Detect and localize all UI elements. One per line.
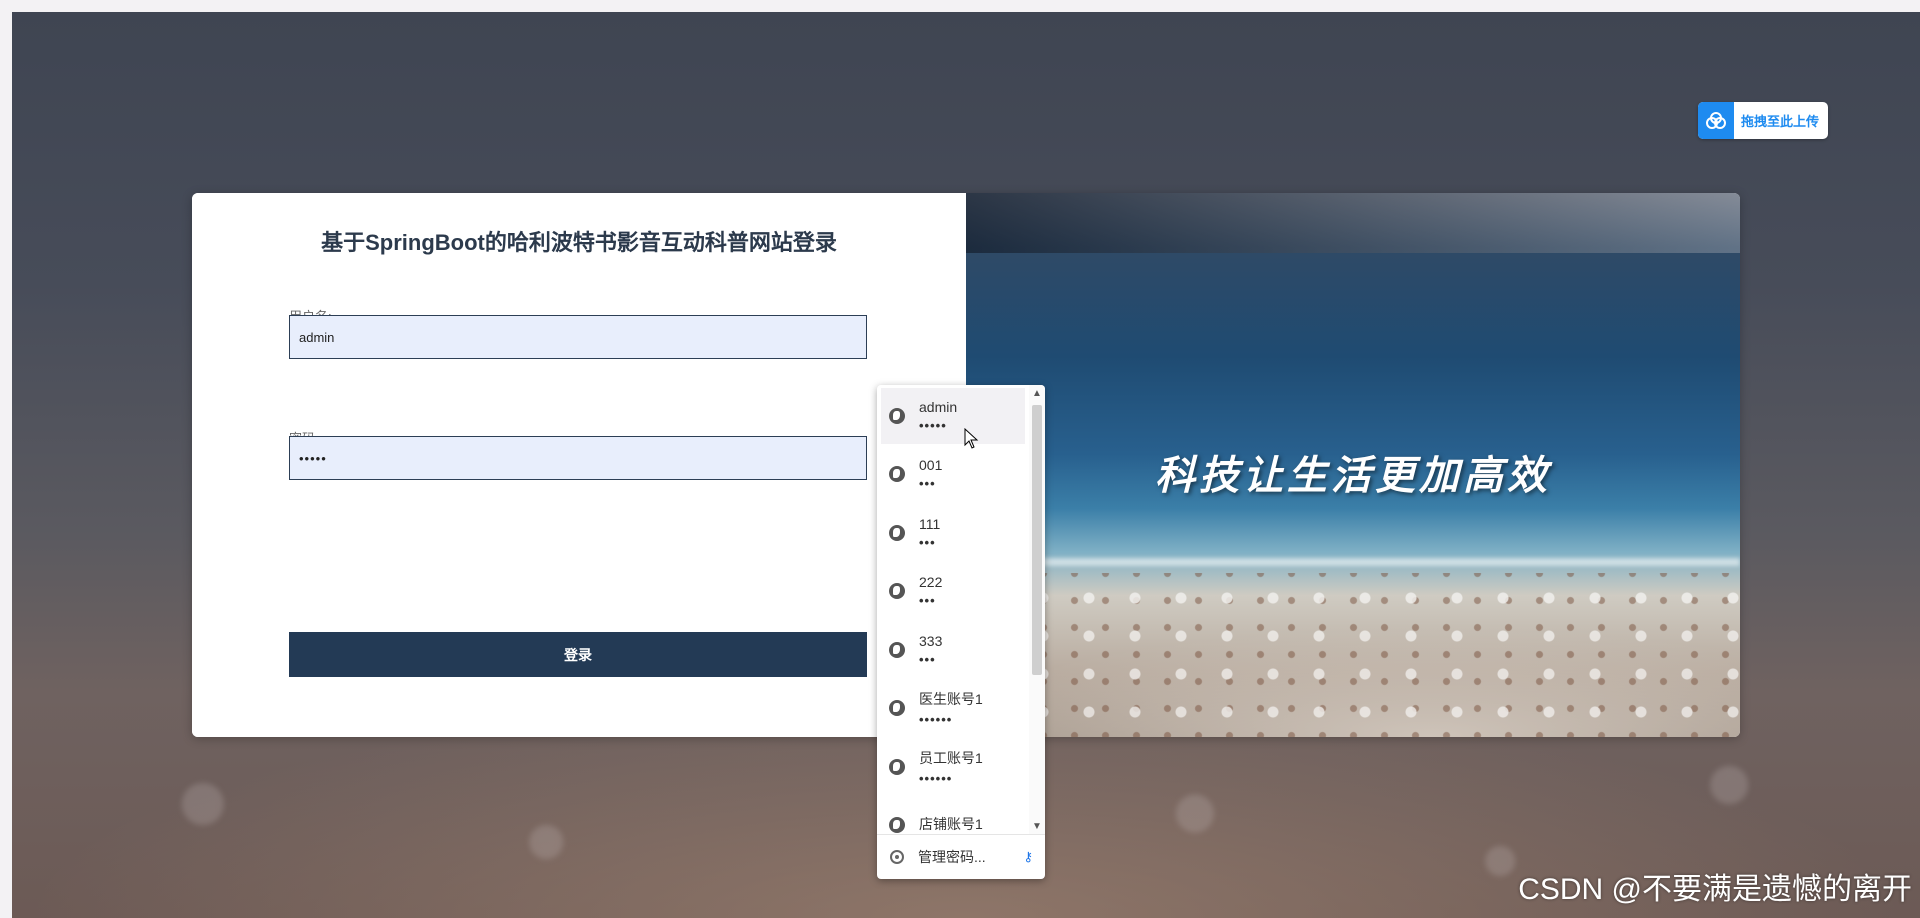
hero-surf-line [966, 558, 1740, 566]
hero-image-panel: 科技让生活更加高效 [966, 193, 1740, 737]
scroll-up-icon[interactable]: ▲ [1029, 388, 1045, 399]
hero-beach-crowd [966, 573, 1740, 737]
saved-username: 医生账号1 [919, 691, 983, 707]
manage-passwords-label: 管理密码... [918, 849, 986, 865]
saved-username: 员工账号1 [919, 750, 983, 766]
saved-password-item[interactable]: 医生账号1 •••••• [881, 680, 1025, 736]
globe-icon [889, 817, 905, 833]
saved-password-item[interactable]: admin ••••• [881, 388, 1025, 444]
saved-password-mask: ••• [919, 593, 936, 608]
globe-icon [889, 408, 905, 424]
saved-username: 333 [919, 633, 943, 649]
globe-icon [889, 700, 905, 716]
username-input[interactable]: admin [289, 315, 867, 359]
saved-username: 222 [919, 574, 943, 590]
saved-password-mask: ••• [919, 652, 936, 667]
manage-passwords-item[interactable]: 管理密码... ⚷ [877, 834, 1045, 879]
saved-password-mask: ••••• [919, 418, 947, 433]
globe-icon [889, 525, 905, 541]
globe-icon [889, 583, 905, 599]
globe-icon [889, 642, 905, 658]
chrome-icon [890, 850, 904, 864]
login-button[interactable]: 登录 [289, 632, 867, 677]
globe-icon [889, 466, 905, 482]
page-title: 基于SpringBoot的哈利波特书影音互动科普网站登录 [321, 230, 837, 255]
saved-username: 111 [919, 516, 941, 532]
hero-slogan: 科技让生活更加高效 [1155, 453, 1551, 499]
saved-password-list: admin ••••• 001 ••• 111 ••• 222 ••• 333 … [877, 385, 1027, 835]
saved-username: admin [919, 399, 958, 415]
saved-password-mask: ••• [919, 476, 936, 491]
saved-password-mask: •••••• [919, 771, 953, 786]
saved-password-item[interactable]: 111 ••• [881, 505, 1025, 561]
saved-password-mask: ••• [919, 535, 936, 550]
saved-password-item[interactable]: 001 ••• [881, 446, 1025, 502]
drag-upload-badge[interactable]: 拖拽至此上传 [1698, 102, 1828, 139]
mouse-cursor-icon [964, 428, 979, 449]
password-input[interactable]: ••••• [289, 436, 867, 480]
saved-password-dropdown: admin ••••• 001 ••• 111 ••• 222 ••• 333 … [877, 385, 1045, 879]
hero-sky [966, 193, 1740, 253]
csdn-watermark: CSDN @不要满是遗憾的离开 [1518, 873, 1912, 906]
saved-password-item[interactable]: 员工账号1 •••••• [881, 739, 1025, 795]
saved-password-item[interactable]: 店铺账号1 [881, 797, 1025, 835]
saved-username: 001 [919, 457, 943, 473]
scrollbar-thumb[interactable] [1032, 405, 1042, 675]
saved-password-item[interactable]: 222 ••• [881, 563, 1025, 619]
scroll-down-icon[interactable]: ▼ [1029, 821, 1045, 832]
upload-badge-label: 拖拽至此上传 [1741, 114, 1820, 129]
login-form-panel: 基于SpringBoot的哈利波特书影音互动科普网站登录 用户名: admin … [192, 193, 966, 737]
saved-username: 店铺账号1 [919, 815, 983, 832]
dropdown-scrollbar[interactable]: ▲ ▼ [1029, 385, 1045, 835]
saved-password-mask: •••••• [919, 712, 953, 727]
saved-password-item[interactable]: 333 ••• [881, 622, 1025, 678]
key-icon: ⚷ [1023, 849, 1033, 864]
cloud-upload-icon [1698, 102, 1734, 139]
globe-icon [889, 759, 905, 775]
